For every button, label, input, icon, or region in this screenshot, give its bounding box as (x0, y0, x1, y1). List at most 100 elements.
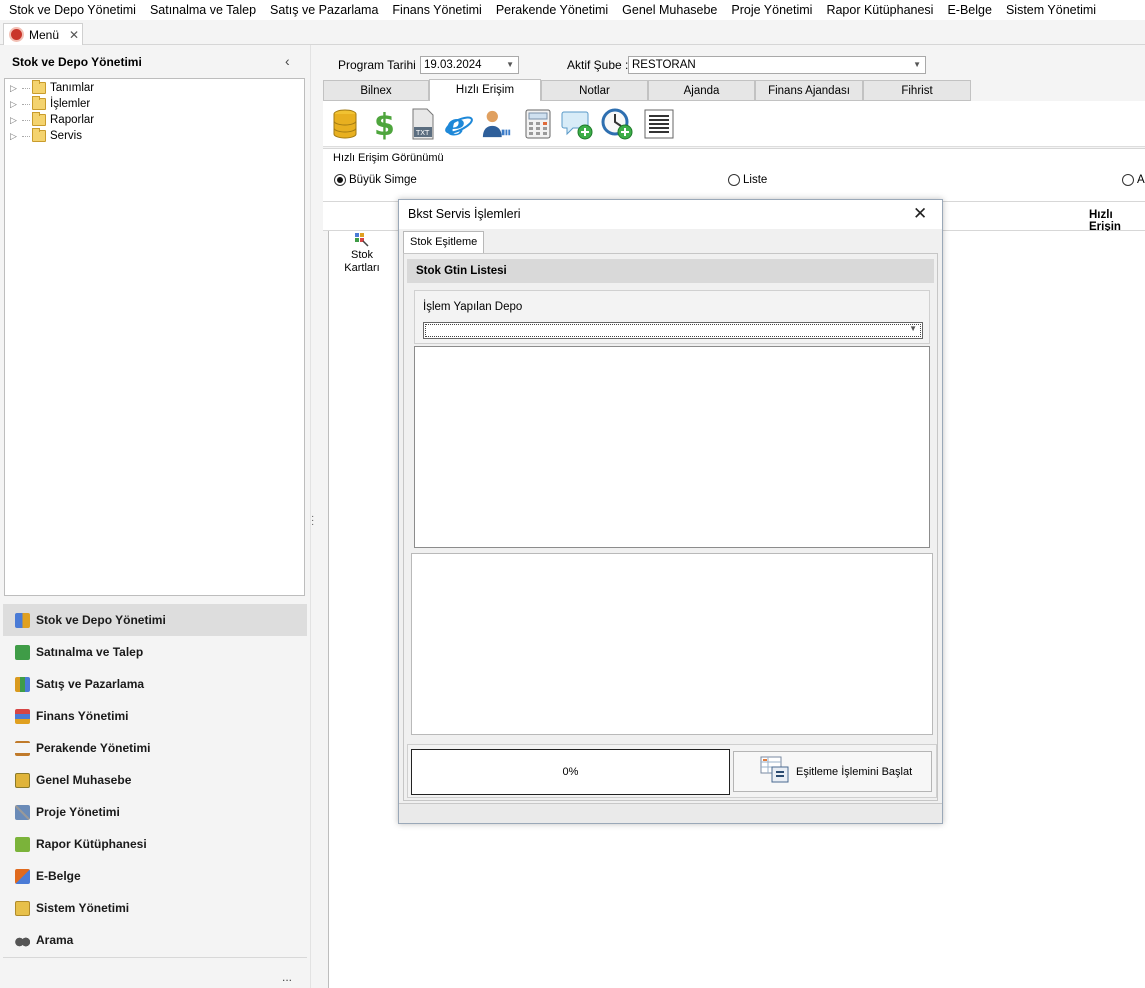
dollar-icon[interactable]: $ (367, 107, 399, 141)
expand-arrow-icon[interactable]: ▷ (10, 99, 20, 110)
left-menu-panel: Stok ve Depo Yönetimi ‹ ▷ Tanımlar ▷ İşlem… (0, 45, 311, 988)
left-panel-title: Stok ve Depo Yönetimi (12, 55, 142, 69)
doc-tab-menu[interactable]: Menü ✕ (3, 23, 83, 45)
tab-ajanda[interactable]: Ajanda (648, 80, 755, 101)
menu-stok-depo[interactable]: Stok ve Depo Yönetimi (2, 3, 143, 17)
nav-stok-depo[interactable]: Stok ve Depo Yönetimi (3, 604, 307, 636)
more-options-button[interactable]: ... (282, 970, 292, 984)
nav-sistem[interactable]: Sistem Yönetimi (3, 892, 307, 924)
depo-group: İşlem Yapılan Depo ▼ (414, 290, 930, 344)
menu-finans[interactable]: Finans Yönetimi (385, 3, 488, 17)
menu-tree: ▷ Tanımlar ▷ İşlemler ▷ Raporlar ▷ Servis (4, 78, 305, 596)
quick-item-stok-kartlari[interactable]: Stok Kartları (337, 233, 387, 283)
menu-genel-muhasebe[interactable]: Genel Muhasebe (615, 3, 724, 17)
quick-item-line2: Kartları (344, 262, 380, 274)
nav-satis[interactable]: Satış ve Pazarlama (3, 668, 307, 700)
tree-node-raporlar[interactable]: ▷ Raporlar (10, 112, 94, 128)
quick-access-toolbar: $ TXT e (323, 101, 1145, 147)
radio-liste[interactable]: Liste (728, 174, 767, 186)
radio-label: Büyük Simge (349, 174, 417, 186)
user-import-icon[interactable] (481, 107, 513, 141)
menu-satinalma[interactable]: Satınalma ve Talep (143, 3, 263, 17)
nav-label: Satış ve Pazarlama (36, 677, 145, 691)
expand-arrow-icon[interactable]: ▷ (10, 115, 20, 126)
tab-finans-ajandasi[interactable]: Finans Ajandası (755, 80, 863, 101)
menu-satis[interactable]: Satış ve Pazarlama (263, 3, 385, 17)
nav-genel-muhasebe[interactable]: Genel Muhasebe (3, 764, 307, 796)
menu-proje[interactable]: Proje Yönetimi (724, 3, 819, 17)
splitter-grip-icon[interactable]: · · · (311, 512, 315, 530)
tab-hizli-erisim[interactable]: Hızlı Erişim (429, 79, 541, 101)
dialog-title: Bkst Servis İşlemleri (408, 207, 521, 221)
close-icon[interactable]: ✕ (913, 204, 927, 224)
radio-icon[interactable] (728, 174, 740, 186)
main-menu-bar: Stok ve Depo Yönetimi Satınalma ve Talep… (0, 0, 1145, 20)
branch-label: Aktif Şube : (567, 58, 629, 72)
tree-connector (22, 135, 30, 137)
nav-label: Rapor Kütüphanesi (36, 837, 147, 851)
menu-perakende[interactable]: Perakende Yönetimi (489, 3, 615, 17)
tree-connector (22, 119, 30, 121)
dialog-tab-body: Stok Gtin Listesi İşlem Yapılan Depo ▼ 0… (403, 253, 938, 801)
nav-label: Perakende Yönetimi (36, 741, 151, 755)
result-log-list[interactable] (411, 553, 933, 735)
chevron-down-icon[interactable]: ▼ (909, 324, 917, 333)
nav-e-belge[interactable]: E-Belge (3, 860, 307, 892)
nav-finans[interactable]: Finans Yönetimi (3, 700, 307, 732)
program-date-field[interactable]: 19.03.2024 ▼ (420, 56, 519, 74)
radio-a[interactable]: A (1122, 174, 1145, 186)
tab-bilnex[interactable]: Bilnex (323, 80, 429, 101)
nav-satinalma[interactable]: Satınalma ve Talep (3, 636, 307, 668)
nav-arama[interactable]: Arama (3, 924, 307, 956)
chat-add-icon[interactable] (561, 107, 593, 141)
tab-fihrist[interactable]: Fihrist (863, 80, 971, 101)
txt-file-icon[interactable]: TXT (407, 107, 439, 141)
tree-node-islemler[interactable]: ▷ İşlemler (10, 96, 90, 112)
tab-stok-esitleme[interactable]: Stok Eşitleme (403, 231, 485, 253)
svg-text:$: $ (374, 108, 395, 140)
calculator-icon[interactable] (522, 107, 554, 141)
doc-tab-label: Menü (29, 27, 60, 42)
tree-connector (22, 87, 30, 89)
radio-buyuk-simge[interactable]: Büyük Simge (334, 174, 417, 186)
section-header: Stok Gtin Listesi (407, 259, 934, 283)
gtin-list[interactable] (414, 346, 930, 548)
nav-label: Sistem Yönetimi (36, 901, 130, 915)
project-tools-icon (15, 804, 30, 820)
database-icon[interactable] (329, 107, 361, 141)
expand-arrow-icon[interactable]: ▷ (10, 83, 20, 94)
nav-rapor[interactable]: Rapor Kütüphanesi (3, 828, 307, 860)
program-date-value: 19.03.2024 (424, 59, 482, 71)
chevron-down-icon[interactable]: ▼ (506, 57, 514, 73)
start-sync-button[interactable]: Eşitleme İşlemini Başlat (733, 751, 932, 792)
tree-node-servis[interactable]: ▷ Servis (10, 128, 82, 144)
tree-label: Servis (50, 130, 82, 142)
internet-explorer-icon[interactable]: e (443, 107, 475, 141)
expand-arrow-icon[interactable]: ▷ (10, 131, 20, 142)
tab-notlar[interactable]: Notlar (541, 80, 648, 101)
nav-label: Proje Yönetimi (36, 805, 120, 819)
stock-grid-icon (355, 233, 369, 247)
radio-icon[interactable] (1122, 174, 1134, 186)
nav-label: E-Belge (36, 869, 81, 883)
collapse-icon[interactable]: ‹ (285, 53, 290, 69)
nav-proje[interactable]: Proje Yönetimi (3, 796, 307, 828)
chevron-down-icon[interactable]: ▼ (913, 57, 921, 73)
action-row: 0% Eşitleme İşlemini Başlat (407, 744, 937, 798)
menu-rapor[interactable]: Rapor Kütüphanesi (819, 3, 940, 17)
nav-perakende[interactable]: Perakende Yönetimi (3, 732, 307, 764)
depo-select[interactable]: ▼ (423, 322, 923, 339)
svg-text:TXT: TXT (415, 129, 430, 137)
sales-icon (15, 676, 30, 692)
radio-selected-icon[interactable] (334, 174, 346, 186)
list-icon[interactable] (643, 107, 675, 141)
radio-label: A (1137, 174, 1145, 186)
branch-select[interactable]: RESTORAN ▼ (628, 56, 926, 74)
close-icon[interactable]: ✕ (69, 28, 79, 42)
program-date-label: Program Tarihi : (338, 58, 423, 72)
clock-add-icon[interactable] (601, 107, 633, 141)
menu-sistem[interactable]: Sistem Yönetimi (999, 3, 1103, 17)
nav-label: Arama (36, 933, 74, 947)
menu-e-belge[interactable]: E-Belge (940, 3, 998, 17)
tree-node-tanimlar[interactable]: ▷ Tanımlar (10, 80, 94, 96)
